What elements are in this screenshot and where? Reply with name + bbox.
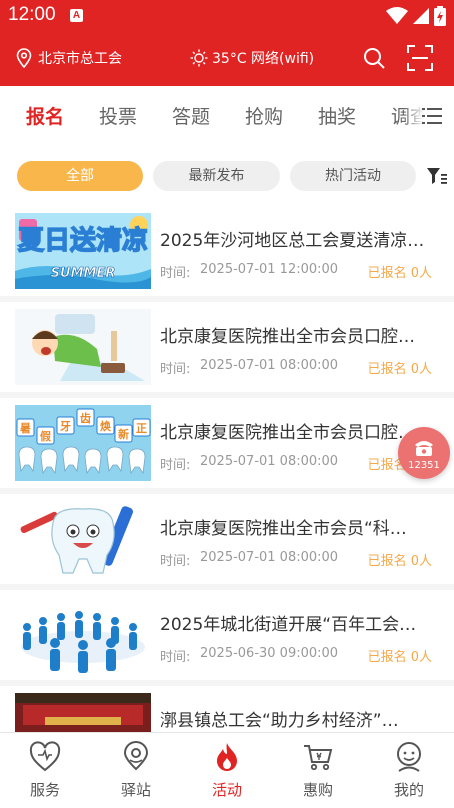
item-time: 2025-06-30 09:00:00 xyxy=(200,646,339,661)
bottom-nav: 服务 驿站 活动 惠购 我的 xyxy=(0,732,454,808)
time-label: 时间: xyxy=(160,362,191,377)
thumb-char: 焕 xyxy=(100,419,112,433)
filter-all[interactable]: 全部 xyxy=(17,161,143,191)
list-item[interactable]: 夏日送清凉 SUMMER 2025年沙河地区总工会夏送清凉… 时间: 2025-… xyxy=(0,206,454,296)
nav-profile[interactable]: 我的 xyxy=(364,733,454,808)
hotline-button[interactable]: 12351 xyxy=(398,427,450,479)
flame-icon xyxy=(217,743,237,771)
thumbnail-people-circle xyxy=(15,597,151,673)
nav-shop[interactable]: 惠购 xyxy=(273,733,363,808)
registered-count: 已报名 0人 xyxy=(367,554,432,569)
list-item[interactable]: 2025年城北街道开展“百年工会… 时间: 2025-06-30 09:00:0… xyxy=(0,590,454,680)
thumbnail-tooth-mascot xyxy=(15,501,151,577)
thumb-char: 新 xyxy=(118,427,129,441)
filter-latest[interactable]: 最新发布 xyxy=(153,161,280,191)
system-icons xyxy=(386,5,446,27)
thumbnail-rural-event xyxy=(15,693,151,732)
wifi-icon xyxy=(386,7,408,24)
weather-label: 35°C 网络(wifi) xyxy=(212,51,315,67)
scan-button[interactable] xyxy=(406,44,434,72)
thumbnail-dental-cartoon xyxy=(15,309,151,385)
status-time: 12:00 xyxy=(8,4,56,25)
nav-label: 惠购 xyxy=(302,781,333,799)
item-time: 2025-07-01 08:00:00 xyxy=(200,358,339,373)
item-time: 2025-07-01 08:00:00 xyxy=(200,550,339,565)
station-icon xyxy=(123,741,149,771)
thumb-title: 夏日送清凉 xyxy=(18,226,148,256)
thumb-subtitle: SUMMER xyxy=(51,266,116,281)
filter-bar: 全部 最新发布 热门活动 xyxy=(0,144,454,206)
item-title: 北京康复医院推出全市会员口腔… xyxy=(160,327,415,347)
thumb-char: 假 xyxy=(40,429,52,443)
location-label: 北京市总工会 xyxy=(38,51,122,67)
status-bar: 12:00 A xyxy=(0,0,454,32)
nav-service[interactable]: 服务 xyxy=(0,733,90,808)
thumb-char: 正 xyxy=(136,422,147,435)
nav-label: 驿站 xyxy=(120,781,151,799)
search-icon xyxy=(364,48,385,69)
thumbnail-summer: 夏日送清凉 SUMMER xyxy=(15,213,151,289)
nav-label: 服务 xyxy=(29,781,60,799)
location-selector[interactable]: 北京市总工会 xyxy=(16,48,122,68)
scan-icon xyxy=(407,45,433,71)
list-item[interactable]: 暑 假 牙 齿 焕 新 正 北京康复医院推出全市会员口腔… 时间: 2025-0… xyxy=(0,398,454,488)
item-time: 2025-07-01 12:00:00 xyxy=(200,262,339,277)
item-title: 2025年城北街道开展“百年工会… xyxy=(160,615,417,635)
nav-activity[interactable]: 活动 xyxy=(182,733,272,808)
nav-label: 我的 xyxy=(393,781,424,799)
cart-icon xyxy=(304,745,333,771)
tab-flash-sale[interactable]: 抢购 xyxy=(245,102,283,129)
registered-count: 已报名 0人 xyxy=(367,650,432,665)
tab-signup[interactable]: 报名 xyxy=(26,102,64,129)
user-icon xyxy=(397,742,421,772)
nav-station[interactable]: 驿站 xyxy=(91,733,181,808)
activity-list: 夏日送清凉 SUMMER 2025年沙河地区总工会夏送清凉… 时间: 2025-… xyxy=(0,206,454,732)
time-label: 时间: xyxy=(160,266,191,281)
time-label: 时间: xyxy=(160,650,191,665)
item-title: 2025年沙河地区总工会夏送清凉… xyxy=(160,231,425,251)
item-title: 漷县镇总工会“助力乡村经济”… xyxy=(160,711,399,731)
tab-lottery[interactable]: 抽奖 xyxy=(318,102,356,129)
time-label: 时间: xyxy=(160,554,191,569)
hotline-number: 12351 xyxy=(408,460,440,471)
item-time: 2025-07-01 08:00:00 xyxy=(200,454,339,469)
tab-vote[interactable]: 投票 xyxy=(99,102,137,129)
phone-icon xyxy=(415,441,433,456)
item-title: 北京康复医院推出全市会员“科… xyxy=(160,519,407,539)
weather-info: 35°C 网络(wifi) xyxy=(190,48,314,68)
registered-count: 已报名 0人 xyxy=(367,266,432,281)
time-label: 时间: xyxy=(160,458,191,473)
list-item[interactable]: 北京康复医院推出全市会员口腔… 时间: 2025-07-01 08:00:00 … xyxy=(0,302,454,392)
signal-icon xyxy=(413,8,429,24)
list-item[interactable]: 北京康复医院推出全市会员“科… 时间: 2025-07-01 08:00:00 … xyxy=(0,494,454,584)
app-header: 北京市总工会 35°C 网络(wifi) xyxy=(0,32,454,86)
nav-label: 活动 xyxy=(211,781,242,799)
menu-icon[interactable] xyxy=(422,107,442,125)
thumb-char: 齿 xyxy=(80,411,91,425)
heart-icon xyxy=(29,741,61,772)
thumbnail-teeth-banner: 暑 假 牙 齿 焕 新 正 xyxy=(15,405,151,481)
thumb-char: 牙 xyxy=(60,420,71,433)
sun-icon xyxy=(190,49,208,67)
battery-icon xyxy=(434,6,446,26)
registered-count: 已报名 0人 xyxy=(367,362,432,377)
category-tabs: 报名 投票 答题 抢购 抽奖 调查 xyxy=(0,86,454,144)
search-button[interactable] xyxy=(362,46,386,70)
location-pin-icon xyxy=(16,48,32,68)
notification-a-icon: A xyxy=(70,9,83,22)
thumb-char: 暑 xyxy=(20,422,31,435)
tab-quiz[interactable]: 答题 xyxy=(172,102,210,129)
filter-hot[interactable]: 热门活动 xyxy=(290,161,416,191)
list-item[interactable]: 漷县镇总工会“助力乡村经济”… xyxy=(0,686,454,732)
filter-icon[interactable] xyxy=(427,166,447,186)
item-title: 北京康复医院推出全市会员口腔… xyxy=(160,423,415,443)
